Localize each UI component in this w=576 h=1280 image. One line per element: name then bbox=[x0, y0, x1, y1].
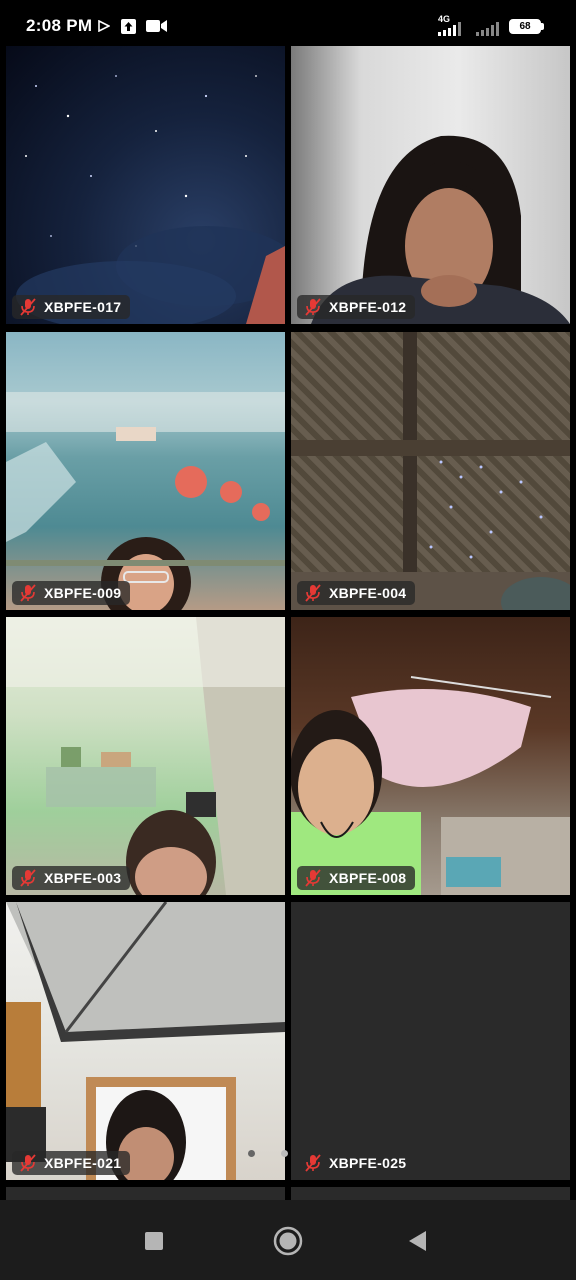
triangle-back-icon[interactable] bbox=[407, 1230, 427, 1252]
video-grid: XBPFE-017 XBPFE-012 XBPFE-009 XBPFE-004 … bbox=[0, 46, 576, 1186]
house-scene bbox=[291, 676, 570, 895]
participant-name: XBPFE-025 bbox=[329, 1155, 407, 1171]
circle-icon[interactable] bbox=[273, 1226, 303, 1256]
participant-name: XBPFE-017 bbox=[44, 299, 122, 315]
battery-tip bbox=[541, 23, 544, 30]
mic-off-icon bbox=[305, 298, 321, 316]
next-row-tile-peek bbox=[6, 1187, 285, 1200]
participant-name-tag: XBPFE-008 bbox=[297, 866, 416, 890]
ceiling-scene bbox=[6, 902, 285, 1180]
participant-tile[interactable]: XBPFE-009 bbox=[6, 332, 285, 610]
participant-name: XBPFE-003 bbox=[44, 870, 122, 886]
page-dot-active bbox=[281, 1150, 288, 1157]
participant-tile[interactable]: XBPFE-004 bbox=[291, 332, 570, 610]
mic-off-icon bbox=[20, 869, 36, 887]
status-bar: 2:08 PM 4G 68 bbox=[0, 0, 576, 48]
room-scene bbox=[6, 617, 285, 895]
participant-tile[interactable]: XBPFE-003 bbox=[6, 617, 285, 895]
status-time: 2:08 PM bbox=[26, 16, 93, 35]
participant-name: XBPFE-009 bbox=[44, 585, 122, 601]
participant-name-tag: XBPFE-003 bbox=[12, 866, 131, 890]
mic-off-icon bbox=[305, 584, 321, 602]
upload-icon bbox=[121, 19, 136, 34]
play-store-icon bbox=[98, 20, 110, 32]
mural-scene bbox=[6, 392, 285, 610]
next-row-tile-peek bbox=[291, 1187, 570, 1200]
mic-off-icon bbox=[20, 584, 36, 602]
system-navigation-bar bbox=[0, 1200, 576, 1280]
participant-tile[interactable]: XBPFE-008 bbox=[291, 617, 570, 895]
participant-name-tag: XBPFE-012 bbox=[297, 295, 416, 319]
participant-tile[interactable]: XBPFE-025 bbox=[291, 902, 570, 1180]
signal-strength-icon bbox=[438, 22, 461, 36]
square-icon[interactable] bbox=[144, 1231, 164, 1251]
participant-tile[interactable]: XBPFE-017 bbox=[6, 46, 285, 324]
participant-name-tag: XBPFE-004 bbox=[297, 581, 416, 605]
participant-tile[interactable]: XBPFE-012 bbox=[291, 46, 570, 324]
mic-off-icon bbox=[20, 298, 36, 316]
participant-name: XBPFE-004 bbox=[329, 585, 407, 601]
video-camera-icon bbox=[146, 20, 167, 32]
battery-level: 68 bbox=[519, 21, 531, 32]
participant-name-tag: XBPFE-009 bbox=[12, 581, 131, 605]
battery-icon: 68 bbox=[509, 19, 541, 34]
person-silhouette bbox=[311, 135, 570, 324]
participant-name: XBPFE-021 bbox=[44, 1155, 122, 1171]
wall-scene bbox=[291, 332, 570, 610]
participant-name-tag: XBPFE-025 bbox=[297, 1151, 415, 1175]
mic-off-icon bbox=[20, 1154, 36, 1172]
participant-name: XBPFE-012 bbox=[329, 299, 407, 315]
mic-off-icon bbox=[305, 869, 321, 887]
participant-tile[interactable]: XBPFE-021 bbox=[6, 902, 285, 1180]
participant-name: XBPFE-008 bbox=[329, 870, 407, 886]
participant-name-tag: XBPFE-021 bbox=[12, 1151, 131, 1175]
signal-strength-2-icon bbox=[476, 22, 499, 36]
mic-off-icon bbox=[305, 1154, 321, 1172]
participant-name-tag: XBPFE-017 bbox=[12, 295, 131, 319]
stars-overlay bbox=[16, 75, 285, 324]
page-indicator bbox=[248, 1150, 288, 1157]
page-dot bbox=[248, 1150, 255, 1157]
